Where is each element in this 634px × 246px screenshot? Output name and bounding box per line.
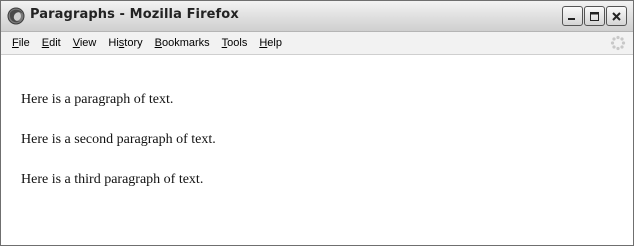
menu-label: ools (227, 37, 248, 49)
minimize-button[interactable] (562, 6, 583, 26)
menu-view[interactable]: View (67, 36, 103, 50)
menu-edit[interactable]: Edit (36, 36, 67, 50)
menu-label: tory (124, 37, 143, 49)
menu-history[interactable]: History (102, 36, 148, 50)
menu-label: ookmarks (161, 37, 210, 49)
title-bar[interactable]: Paragraphs - Mozilla Firefox (1, 1, 633, 32)
paragraph-1: Here is a paragraph of text. (21, 92, 174, 107)
menu-items: File Edit View History Bookmarks Tools H… (6, 36, 288, 50)
menu-label: ile (18, 37, 30, 49)
menu-label-prefix: Hi (108, 37, 119, 49)
menu-accelerator: E (41, 37, 50, 49)
menu-bookmarks[interactable]: Bookmarks (149, 36, 216, 50)
paragraph-2: Here is a second paragraph of text. (21, 132, 216, 147)
throbber-icon (610, 35, 626, 51)
paragraph-3: Here is a third paragraph of text. (21, 172, 204, 187)
menu-accelerator: V (72, 37, 80, 49)
menu-file[interactable]: File (6, 36, 36, 50)
menu-label: elp (267, 37, 282, 49)
menu-tools[interactable]: Tools (216, 36, 254, 50)
page-content: Here is a paragraph of text. Here is a s… (1, 55, 633, 245)
close-icon (611, 11, 622, 22)
maximize-button[interactable] (584, 6, 605, 26)
menu-accelerator: B (154, 37, 162, 49)
window-controls (562, 6, 627, 26)
menu-label: dit (49, 37, 61, 49)
menu-label: iew (79, 37, 97, 49)
menu-accelerator: F (12, 37, 19, 49)
minimize-icon (567, 11, 578, 22)
menu-help[interactable]: Help (253, 36, 288, 50)
browser-window: Paragraphs - Mozilla Firefox File Edit V… (0, 0, 634, 246)
firefox-icon (7, 7, 25, 25)
menu-bar: File Edit View History Bookmarks Tools H… (1, 32, 633, 55)
close-button[interactable] (606, 6, 627, 26)
window-title: Paragraphs - Mozilla Firefox (30, 7, 239, 22)
maximize-icon (589, 11, 600, 22)
